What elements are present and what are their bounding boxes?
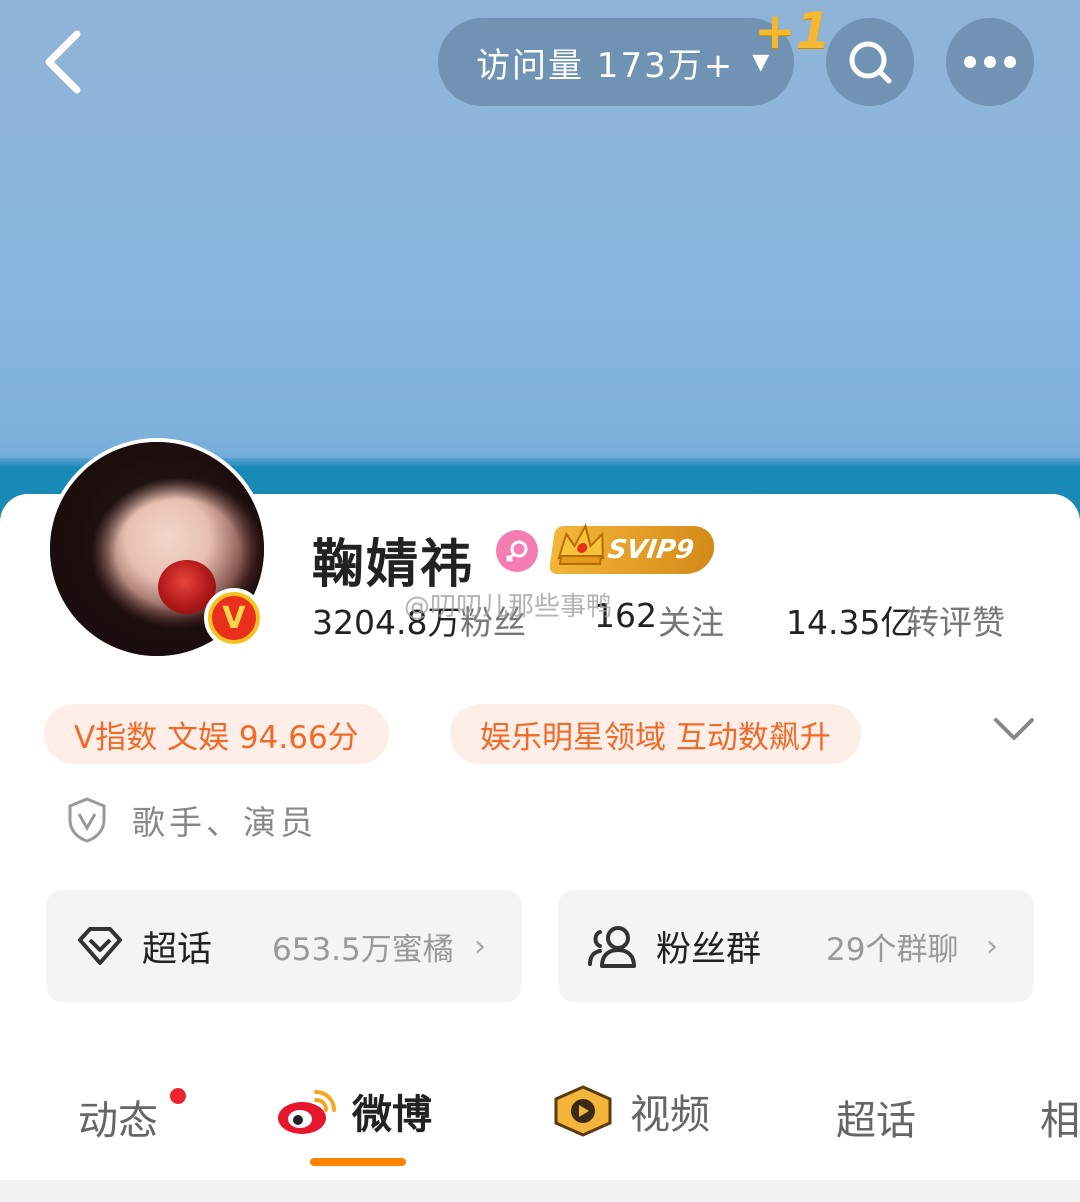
crown-icon — [557, 523, 604, 565]
back-arrow-icon — [45, 30, 81, 94]
video-play-icon — [554, 1085, 612, 1137]
tab-super-topic[interactable]: 超话 — [836, 1088, 916, 1146]
profile-tabs: 动态 微博 视频 超话 相 — [0, 1070, 1080, 1170]
female-gender-icon — [496, 530, 538, 572]
super-topic-title: 超话 — [142, 929, 213, 970]
group-icon — [588, 926, 636, 968]
verified-v-icon: V — [204, 588, 264, 648]
field-tag[interactable]: 娱乐明星领域 互动数飙升 — [450, 704, 861, 764]
watermark: @叨叨儿那些事鸭 — [404, 592, 613, 622]
active-tab-indicator — [310, 1158, 406, 1166]
certification: 歌手、演员 — [66, 796, 317, 844]
search-button[interactable] — [826, 18, 914, 106]
svip-label: SVIP9 — [605, 535, 696, 565]
visits-dropdown[interactable]: 访问量 173万+ ▼ — [438, 18, 794, 106]
shield-icon — [68, 797, 106, 843]
likes-label: 转评赞 — [906, 603, 1005, 642]
tab-album[interactable]: 相 — [1040, 1088, 1080, 1146]
tab-dynamics[interactable]: 动态 — [78, 1088, 158, 1146]
notification-dot — [170, 1088, 186, 1104]
more-icon — [964, 56, 1016, 68]
tab-video-label: 视频 — [630, 1092, 710, 1138]
fan-group-title: 粉丝群 — [656, 929, 762, 970]
bottom-divider — [0, 1180, 1080, 1202]
more-button[interactable] — [946, 18, 1034, 106]
tab-weibo-label: 微博 — [352, 1092, 432, 1138]
chevron-right-icon: › — [474, 928, 486, 964]
diamond-icon — [78, 927, 122, 965]
weibo-logo-icon — [278, 1090, 336, 1134]
svip-badge[interactable]: SVIP9 — [548, 523, 718, 574]
tab-video[interactable]: 视频 — [552, 1082, 710, 1140]
super-topic-count: 653.5万蜜橘 — [272, 931, 454, 968]
following-label[interactable]: 关注 — [658, 596, 724, 644]
likes-count: 14.35亿 — [786, 603, 914, 642]
chevron-right-icon: › — [986, 928, 998, 964]
chevron-down-icon[interactable] — [992, 714, 1036, 748]
visits-label: 访问量 173万+ — [476, 45, 735, 86]
tab-weibo[interactable]: 微博 — [276, 1082, 432, 1140]
plus-one-badge: +1 — [754, 2, 831, 60]
back-button[interactable] — [28, 24, 98, 100]
fan-group-entry[interactable]: 粉丝群 29个群聊 › — [558, 890, 1034, 1002]
search-icon — [849, 41, 892, 84]
v-index-tag[interactable]: V指数 文娱 94.66分 — [44, 704, 389, 764]
certification-text: 歌手、演员 — [132, 803, 317, 842]
super-topic-entry[interactable]: 超话 653.5万蜜橘 › — [46, 890, 522, 1002]
fan-group-count: 29个群聊 — [826, 931, 959, 968]
